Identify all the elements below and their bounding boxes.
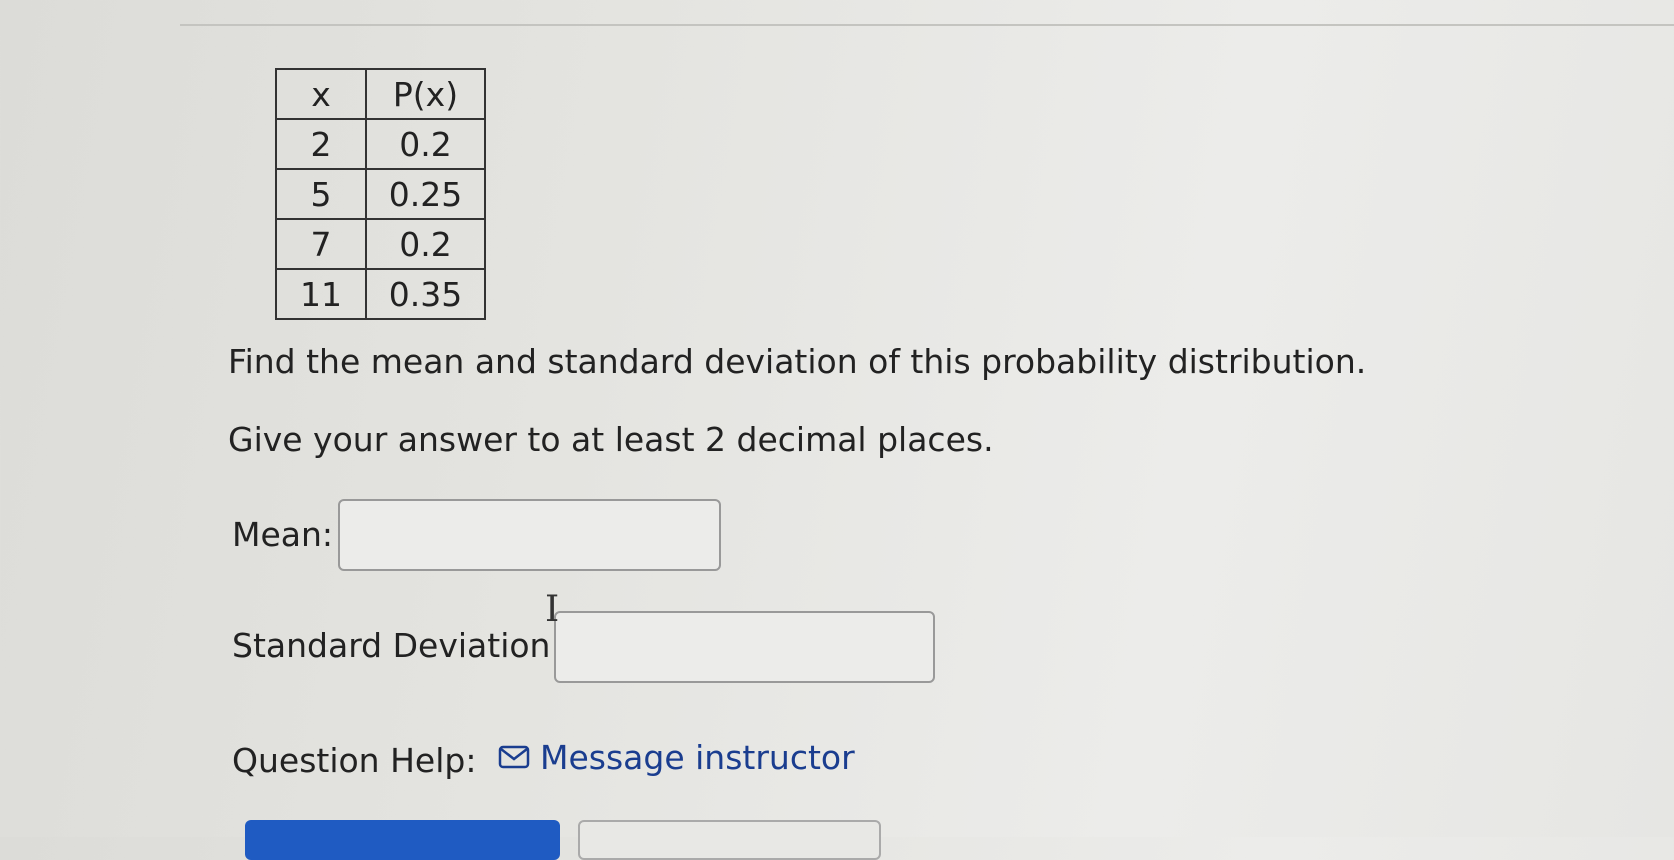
cell-px: 0.2	[365, 218, 486, 270]
cell-x: 7	[275, 218, 367, 270]
text-cursor-icon: I	[545, 589, 560, 630]
message-instructor-text: Message instructor	[540, 738, 855, 777]
table-row: 11 0.35	[275, 268, 486, 320]
message-instructor-link[interactable]: Message instructor	[498, 738, 855, 777]
cell-px: 0.25	[365, 168, 486, 220]
secondary-button[interactable]	[578, 820, 881, 860]
table-header-row: x P(x)	[275, 68, 486, 120]
instruction-text: Give your answer to at least 2 decimal p…	[228, 420, 994, 459]
table-row: 7 0.2	[275, 218, 486, 270]
sd-input[interactable]	[554, 611, 935, 683]
table-row: 5 0.25	[275, 168, 486, 220]
cell-x: 5	[275, 168, 367, 220]
question-help-label: Question Help:	[232, 741, 477, 780]
cell-px: 0.35	[365, 268, 486, 320]
cell-x: 11	[275, 268, 367, 320]
cell-px: 0.2	[365, 118, 486, 170]
submit-button[interactable]	[245, 820, 560, 860]
cell-x: 2	[275, 118, 367, 170]
sd-label: Standard Deviation:	[232, 626, 562, 665]
table-row: 2 0.2	[275, 118, 486, 170]
mean-input[interactable]	[338, 499, 721, 571]
probability-table: x P(x) 2 0.2 5 0.25 7 0.2 11 0.35	[275, 68, 486, 320]
header-x: x	[275, 68, 367, 120]
question-text: Find the mean and standard deviation of …	[228, 342, 1367, 381]
mean-label: Mean:	[232, 515, 334, 554]
envelope-icon	[498, 738, 540, 777]
top-divider	[180, 24, 1674, 26]
header-px: P(x)	[365, 68, 486, 120]
